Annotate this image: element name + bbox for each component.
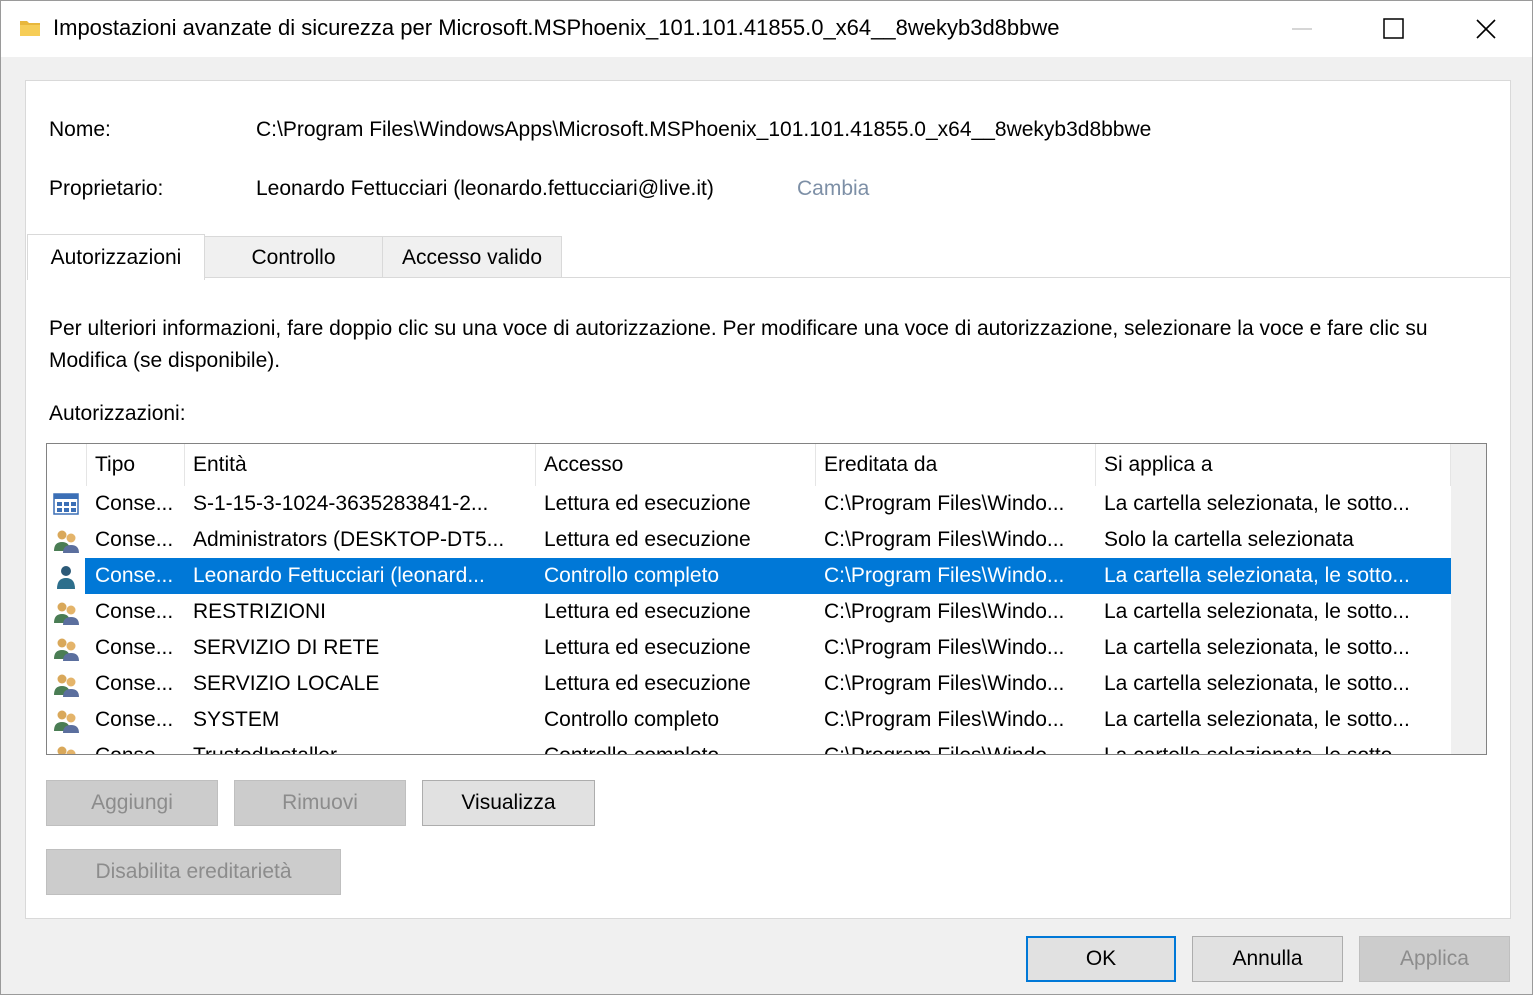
change-owner-link[interactable]: Cambia: [797, 177, 869, 201]
cell-accesso: Controllo completo: [544, 564, 720, 587]
cell-tipo: Conse...: [95, 528, 174, 551]
group-icon: [54, 602, 79, 625]
column-header-icon[interactable]: [47, 444, 87, 486]
cell-ereditata: C:\Program Files\Windo...: [824, 492, 1065, 515]
close-button[interactable]: [1440, 1, 1532, 57]
column-header-entita[interactable]: Entità: [185, 444, 536, 486]
cell-entita: SERVIZIO LOCALE: [193, 672, 380, 695]
cell-ereditata: C:\Program Files\Windo...: [824, 600, 1065, 623]
tab-divider: [204, 277, 1510, 278]
disable-inheritance-button[interactable]: Disabilita ereditarietà: [46, 849, 341, 895]
folder-icon: [20, 21, 40, 36]
group-icon: [54, 674, 79, 697]
cell-entita: SERVIZIO DI RETE: [193, 636, 380, 659]
description-text: Per ulteriori informazioni, fare doppio …: [49, 317, 1428, 372]
table-row[interactable]: Conse... Leonardo Fettucciari (leonard...…: [47, 558, 1451, 594]
cell-applica: La cartella selezionata, le sotto...: [1104, 708, 1410, 731]
cell-entita: Administrators (DESKTOP-DT5...: [193, 528, 505, 551]
table-row[interactable]: Conse... RESTRIZIONI Lettura ed esecuzione…: [47, 594, 1451, 630]
remove-button[interactable]: Rimuovi: [234, 780, 406, 826]
cell-accesso: Controllo completo: [544, 738, 814, 754]
column-header-accesso[interactable]: Accesso: [536, 444, 816, 486]
table-row[interactable]: Conse... TrustedInstaller Controllo comple…: [47, 738, 1451, 754]
cell-tipo: Conse...: [95, 636, 174, 659]
table-row[interactable]: Conse... SYSTEM Controllo completo C:\Progr…: [47, 702, 1451, 738]
permissions-list[interactable]: Tipo Entità Accesso Ereditata da Si appl…: [46, 443, 1487, 755]
cell-accesso: Lettura ed esecuzione: [544, 636, 751, 659]
table-row[interactable]: Conse... Administrators (DESKTOP-DT5... Le…: [47, 522, 1451, 558]
cell-accesso: Lettura ed esecuzione: [544, 672, 751, 695]
cell-accesso: Controllo completo: [544, 708, 720, 731]
cell-applica: La cartella selezionata, le sotto...: [1104, 636, 1410, 659]
table-row[interactable]: Conse... SERVIZIO LOCALE Lettura ed esecuz…: [47, 666, 1451, 702]
add-button[interactable]: Aggiungi: [46, 780, 218, 826]
cell-applica: La cartella selezionata, le sotto...: [1104, 600, 1410, 623]
user-icon: [57, 566, 75, 589]
owner-value: Leonardo Fettucciari (leonardo.fettuccia…: [256, 177, 714, 200]
cell-applica: La cartella selezionata, le sotto...: [1104, 738, 1449, 754]
title-bar[interactable]: Impostazioni avanzate di sicurezza per M…: [1, 1, 1532, 57]
minimize-button[interactable]: [1256, 1, 1348, 57]
cell-ereditata: C:\Program Files\Windo...: [824, 672, 1065, 695]
column-header-ereditata[interactable]: Ereditata da: [816, 444, 1096, 486]
name-label: Nome:: [49, 118, 111, 141]
maximize-button[interactable]: [1348, 1, 1440, 57]
owner-label: Proprietario:: [49, 177, 164, 200]
tab-autorizzazioni[interactable]: Autorizzazioni: [27, 234, 205, 280]
cell-ereditata: C:\Program Files\Windo...: [824, 708, 1065, 731]
cell-applica: La cartella selezionata, le sotto...: [1104, 564, 1410, 587]
group-icon: [54, 710, 79, 733]
cell-tipo: Conse...: [95, 492, 174, 515]
column-header-tipo[interactable]: Tipo: [87, 444, 185, 486]
close-icon: [1476, 19, 1496, 39]
tab-accesso-valido[interactable]: Accesso valido: [382, 236, 562, 278]
cell-entita: Leonardo Fettucciari (leonard...: [193, 564, 485, 587]
cell-ereditata: C:\Program Files\Windo...: [824, 738, 1094, 754]
view-button[interactable]: Visualizza: [422, 780, 595, 826]
cell-entita: S-1-15-3-1024-3635283841-2...: [193, 492, 489, 515]
app-package-icon: [53, 493, 79, 515]
cell-accesso: Lettura ed esecuzione: [544, 528, 751, 551]
cell-applica: Solo la cartella selezionata: [1104, 528, 1354, 551]
window-title: Impostazioni avanzate di sicurezza per M…: [53, 15, 1060, 40]
cell-tipo: Conse...: [95, 708, 174, 731]
cell-tipo: Conse...: [95, 738, 183, 754]
cell-entita: RESTRIZIONI: [193, 600, 327, 623]
cell-tipo: Conse...: [95, 672, 174, 695]
cell-entita: SYSTEM: [193, 708, 280, 731]
table-row[interactable]: Conse... SERVIZIO DI RETE Lettura ed esecu…: [47, 630, 1451, 666]
group-icon: [57, 746, 76, 754]
cell-accesso: Lettura ed esecuzione: [544, 492, 751, 515]
apply-button[interactable]: Applica: [1359, 936, 1510, 982]
cell-ereditata: C:\Program Files\Windo...: [824, 528, 1065, 551]
maximize-icon: [1383, 18, 1404, 39]
cell-ereditata: C:\Program Files\Windo...: [824, 564, 1065, 587]
cell-tipo: Conse...: [95, 600, 174, 623]
column-header-applica[interactable]: Si applica a: [1096, 444, 1451, 486]
ok-button[interactable]: OK: [1026, 936, 1176, 982]
permissions-label: Autorizzazioni:: [49, 402, 186, 425]
name-value: C:\Program Files\WindowsApps\Microsoft.M…: [256, 118, 1152, 141]
cell-applica: La cartella selezionata, le sotto...: [1104, 492, 1410, 515]
cancel-button[interactable]: Annulla: [1192, 936, 1343, 982]
vertical-scrollbar[interactable]: [1451, 444, 1486, 754]
minimize-icon: [1292, 28, 1312, 30]
tab-controllo[interactable]: Controllo: [204, 236, 383, 278]
cell-accesso: Lettura ed esecuzione: [544, 600, 751, 623]
security-dialog: Impostazioni avanzate di sicurezza per M…: [0, 0, 1533, 995]
cell-applica: La cartella selezionata, le sotto...: [1104, 672, 1410, 695]
group-icon: [54, 530, 79, 553]
group-icon: [54, 638, 79, 661]
table-row[interactable]: Conse... S-1-15-3-1024-3635283841-2... Let…: [47, 486, 1451, 522]
cell-tipo: Conse...: [95, 564, 174, 587]
cell-entita: TrustedInstaller: [193, 738, 533, 754]
cell-ereditata: C:\Program Files\Windo...: [824, 636, 1065, 659]
